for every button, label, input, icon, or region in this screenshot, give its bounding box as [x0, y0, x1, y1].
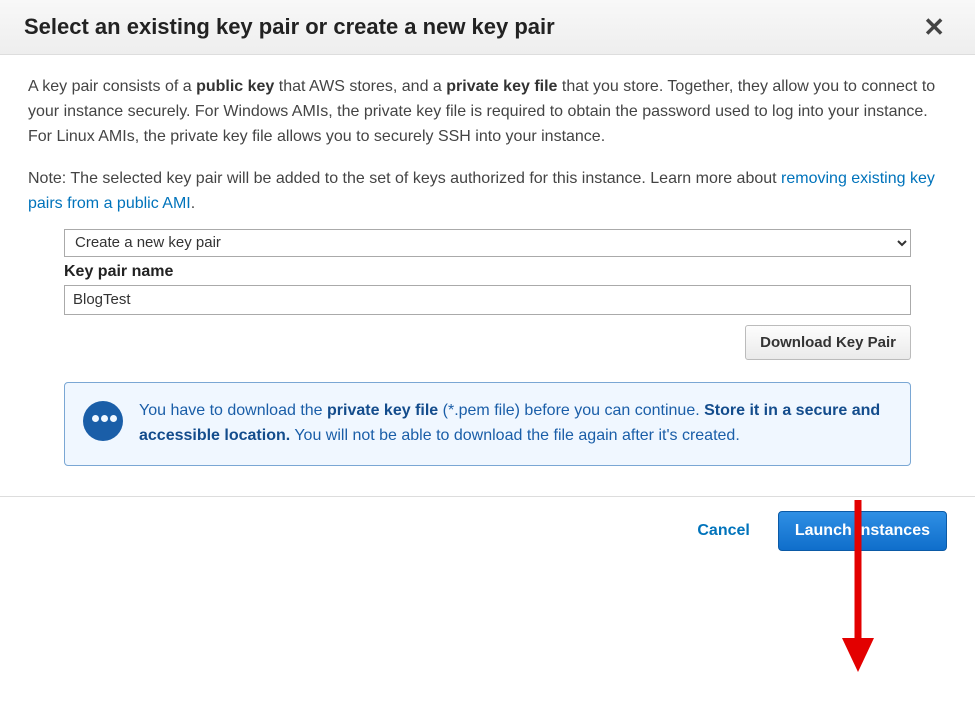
text: (*.pem file) before you can continue.	[438, 402, 704, 419]
close-icon[interactable]: ✕	[917, 14, 951, 40]
alert-text: You have to download the private key fil…	[139, 399, 892, 449]
modal-header: Select an existing key pair or create a …	[0, 0, 975, 55]
bold-private-key-file: private key file	[327, 402, 438, 419]
modal-title: Select an existing key pair or create a …	[24, 14, 555, 40]
download-keypair-button[interactable]: Download Key Pair	[745, 325, 911, 360]
modal-footer: Cancel Launch Instances	[0, 496, 975, 565]
download-row: Download Key Pair	[64, 325, 911, 360]
text: that AWS stores, and a	[274, 78, 446, 95]
download-alert: You have to download the private key fil…	[64, 382, 911, 466]
keypair-option-select[interactable]: Create a new key pair	[64, 229, 911, 257]
info-icon	[83, 401, 123, 441]
text: Note: The selected key pair will be adde…	[28, 170, 781, 187]
text: You will not be able to download the fil…	[290, 427, 740, 444]
text: A key pair consists of a	[28, 78, 196, 95]
bold-private-key-file: private key file	[446, 78, 557, 95]
note-text: Note: The selected key pair will be adde…	[28, 167, 947, 217]
text: .	[191, 195, 195, 212]
modal-body: A key pair consists of a public key that…	[0, 55, 975, 482]
key-pair-modal: Select an existing key pair or create a …	[0, 0, 975, 565]
text: You have to download the	[139, 402, 327, 419]
cancel-button[interactable]: Cancel	[691, 521, 755, 541]
keypair-name-label: Key pair name	[64, 263, 911, 281]
keypair-name-input[interactable]	[64, 285, 911, 315]
form-section: Create a new key pair Key pair name Down…	[28, 229, 947, 360]
description-text: A key pair consists of a public key that…	[28, 75, 947, 149]
launch-instances-button[interactable]: Launch Instances	[778, 511, 947, 551]
bold-public-key: public key	[196, 78, 274, 95]
